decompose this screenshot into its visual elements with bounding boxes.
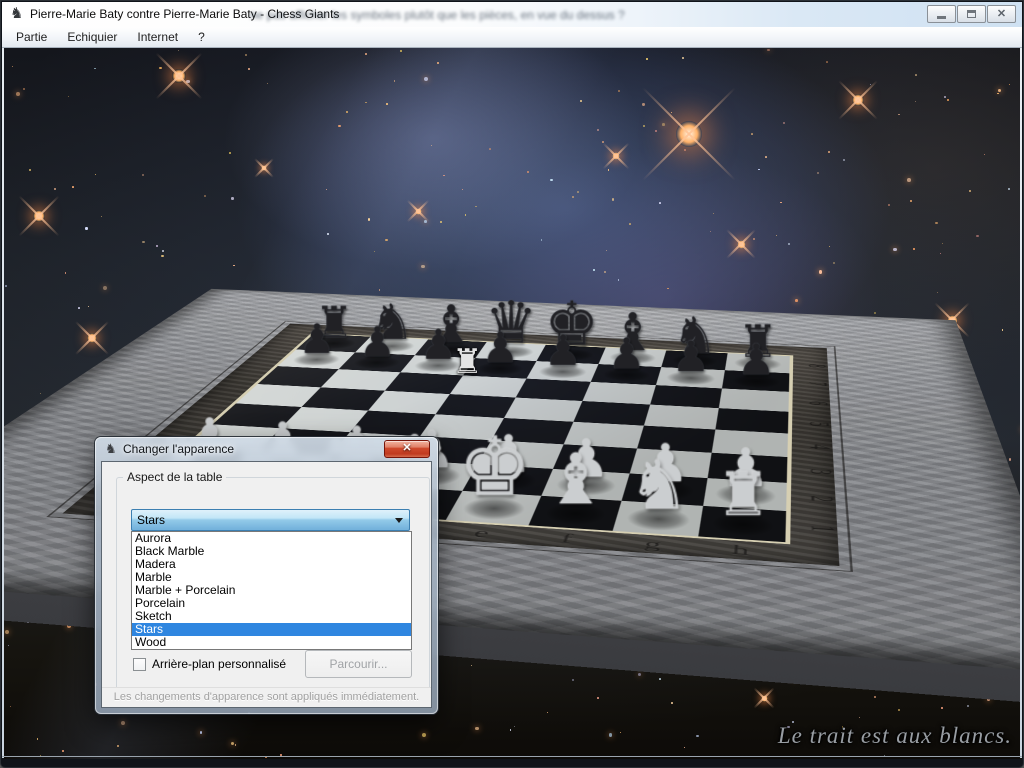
custom-background-checkbox[interactable] (133, 658, 146, 671)
turn-status-text: Le trait est aux blancs. (778, 723, 1012, 749)
flare-star (612, 152, 620, 160)
window-frame-right (1020, 48, 1022, 758)
knight-icon: ♞ (628, 454, 689, 519)
blurred-tooltip-text: ne pas afficher les symboles plutôt que … (250, 8, 696, 22)
menu-item-?[interactable]: ? (188, 28, 215, 46)
flare-star (33, 210, 45, 222)
window-controls: ✕ (927, 5, 1016, 23)
dialog-titlebar: ♞ Changer l'apparence ✕ (95, 437, 438, 461)
option-porcelain[interactable]: Porcelain (132, 597, 411, 610)
close-button[interactable]: ✕ (987, 5, 1016, 23)
flare-star (852, 94, 864, 106)
flare-star (676, 121, 702, 147)
groupbox-label: Aspect de la table (123, 470, 226, 484)
dialog-knight-icon: ♞ (105, 441, 117, 457)
aspect-options-list: AuroraBlack MarbleMaderaMarbleMarble + P… (131, 531, 412, 650)
option-madera[interactable]: Madera (132, 558, 411, 571)
app-knight-icon: ♞ (10, 5, 23, 23)
white-rook-h1[interactable]: ♜ (698, 506, 786, 542)
table-aspect-combobox[interactable]: Stars (131, 509, 410, 531)
menu-item-echiquier[interactable]: Echiquier (57, 28, 127, 46)
flare-star (261, 165, 267, 171)
bishop-icon: ♝ (545, 447, 608, 513)
flare-star (415, 208, 422, 215)
window-frame-left (2, 48, 4, 758)
cursor-rook-icon: ♜ (452, 342, 482, 382)
dialog-status-text: Les changements d'apparence sont appliqu… (102, 687, 431, 707)
option-stars[interactable]: Stars (132, 623, 411, 636)
dialog-title: Changer l'apparence (123, 442, 234, 456)
chevron-down-icon (395, 518, 403, 523)
flare-star (737, 240, 746, 249)
checkbox-label: Arrière-plan personnalisé (152, 657, 286, 671)
flare-star (87, 333, 97, 343)
close-icon: ✕ (997, 9, 1006, 19)
dialog-client-area: Aspect de la table Stars AuroraBlack Mar… (101, 461, 432, 708)
menubar: PartieEchiquierInternet? (2, 27, 1022, 48)
window-titlebar: ♞ Pierre-Marie Baty contre Pierre-Marie … (2, 2, 1022, 28)
restore-icon (967, 10, 976, 18)
menu-item-internet[interactable]: Internet (127, 28, 188, 46)
minimize-button[interactable] (927, 5, 956, 23)
minimize-icon (937, 16, 946, 19)
flare-star (172, 69, 186, 83)
rook-icon: ♜ (716, 466, 770, 523)
dialog-close-button[interactable]: ✕ (384, 440, 430, 458)
option-sketch[interactable]: Sketch (132, 610, 411, 623)
change-appearance-dialog: ♞ Changer l'apparence ✕ Aspect de la tab… (95, 437, 438, 714)
flare-star (761, 695, 768, 702)
restore-button[interactable] (957, 5, 986, 23)
menu-item-partie[interactable]: Partie (6, 28, 57, 46)
app-window: ♞ Pierre-Marie Baty contre Pierre-Marie … (0, 0, 1024, 768)
browse-button[interactable]: Parcourir... (305, 650, 412, 678)
option-wood[interactable]: Wood (132, 636, 411, 649)
window-frame-bottom (2, 756, 1022, 766)
combobox-value: Stars (137, 513, 165, 527)
